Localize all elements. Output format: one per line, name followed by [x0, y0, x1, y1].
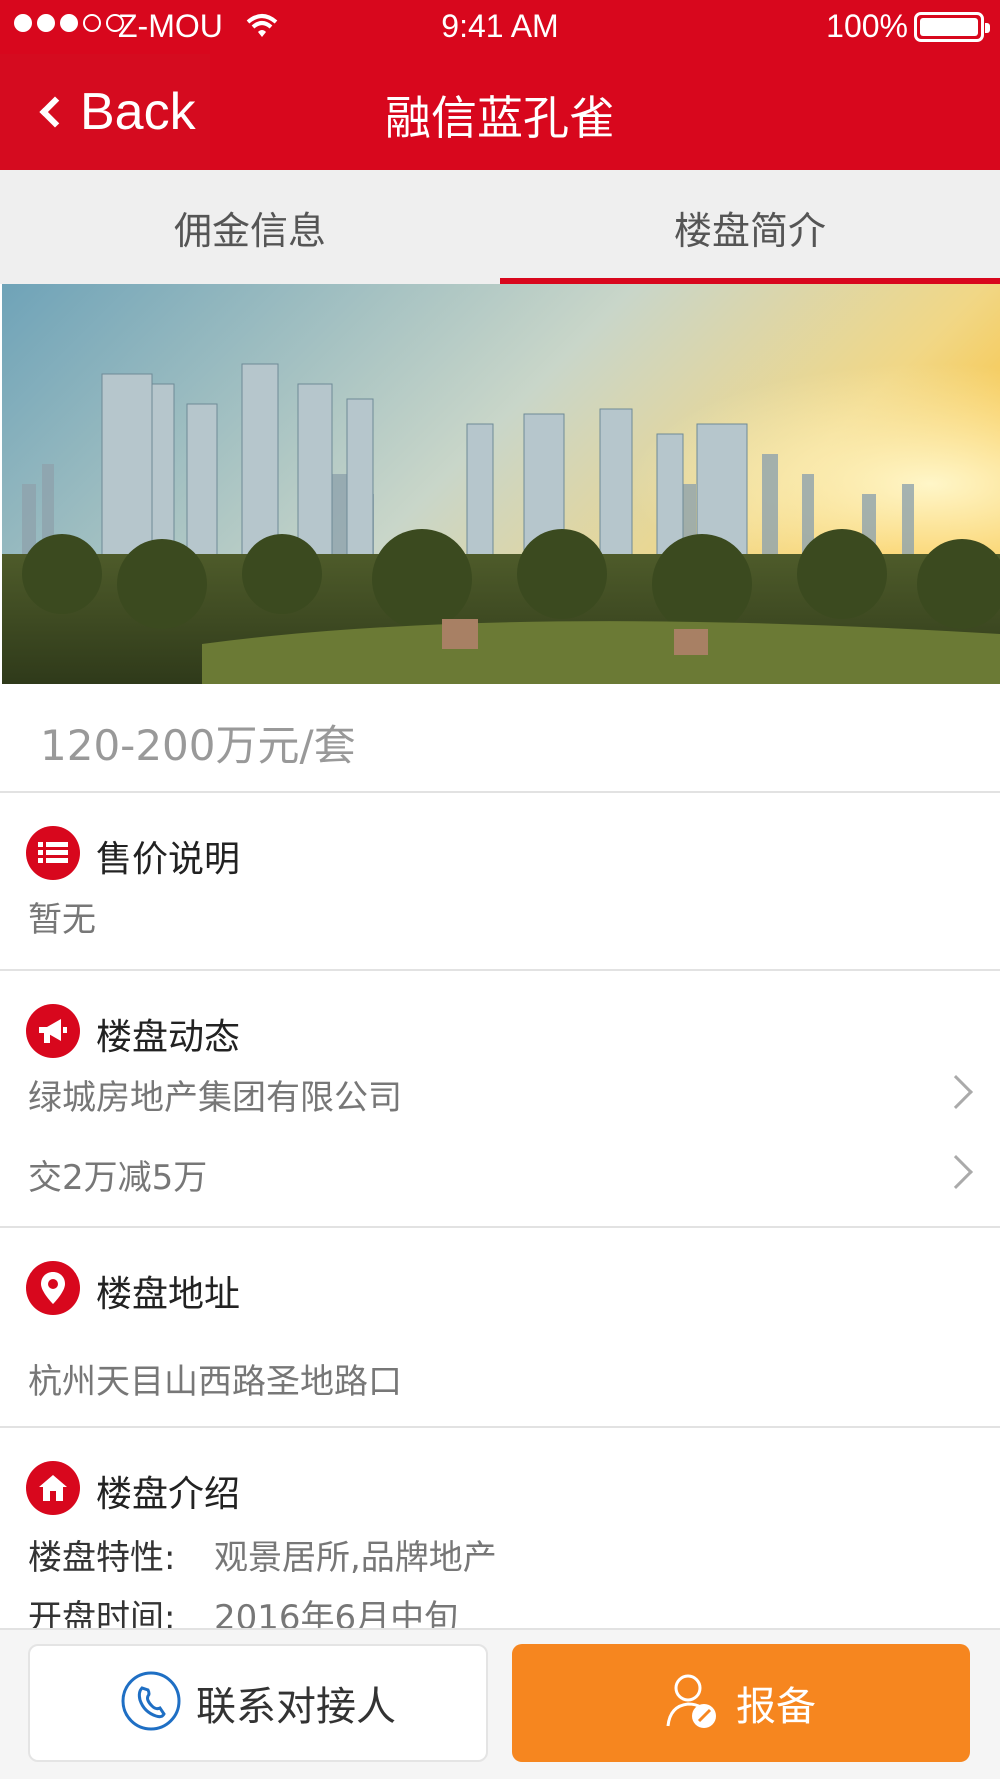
- report-button[interactable]: 报备: [512, 1644, 970, 1762]
- intro-feature-value: 观景居所,品牌地产: [214, 1538, 497, 1578]
- dynamics-item-promotion[interactable]: 交2万减5万: [28, 1150, 207, 1199]
- section-title-dynamics: 楼盘动态: [96, 1017, 241, 1058]
- dynamics-item-developer[interactable]: 绿城房地产集团有限公司: [28, 1070, 402, 1119]
- property-banner-image: [2, 284, 1000, 684]
- contact-person-button[interactable]: 联系对接人: [28, 1644, 488, 1762]
- battery-icon: [914, 12, 990, 42]
- section-title-price-note: 售价说明: [96, 839, 241, 880]
- chevron-right-icon[interactable]: [939, 1155, 973, 1189]
- page-title: 融信蓝孔雀: [385, 91, 615, 145]
- address-text: 杭州天目山西路圣地路口: [28, 1362, 402, 1402]
- tab-bar: 佣金信息 楼盘简介: [0, 170, 1000, 284]
- list-icon: [26, 826, 80, 880]
- divider: [0, 969, 1000, 971]
- divider: [0, 1226, 1000, 1228]
- price-range: 120-200万元/套: [40, 721, 356, 770]
- section-title-address: 楼盘地址: [96, 1274, 241, 1315]
- tab-commission-info[interactable]: 佣金信息: [0, 170, 500, 284]
- divider: [0, 1426, 1000, 1428]
- home-icon: [26, 1461, 80, 1515]
- tab-property-intro[interactable]: 楼盘简介: [500, 170, 1000, 284]
- divider: [0, 791, 1000, 793]
- battery-percentage: 100%: [826, 8, 908, 44]
- navigation-bar: Back 融信蓝孔雀: [0, 54, 1000, 170]
- contact-person-label: 联系对接人: [196, 1684, 396, 1730]
- price-note-text: 暂无: [28, 900, 96, 940]
- phone-icon: [120, 1670, 182, 1736]
- user-edit-icon: [666, 1672, 718, 1734]
- chevron-right-icon[interactable]: [939, 1075, 973, 1109]
- location-pin-icon: [26, 1261, 80, 1315]
- report-label: 报备: [736, 1684, 816, 1730]
- megaphone-icon: [26, 1004, 80, 1058]
- section-title-intro: 楼盘介绍: [96, 1474, 241, 1515]
- intro-feature-label: 楼盘特性:: [28, 1538, 176, 1578]
- bottom-action-bar: 联系对接人 报备: [0, 1628, 1000, 1779]
- status-bar: Z-MOU 9:41 AM 100%: [0, 0, 1000, 54]
